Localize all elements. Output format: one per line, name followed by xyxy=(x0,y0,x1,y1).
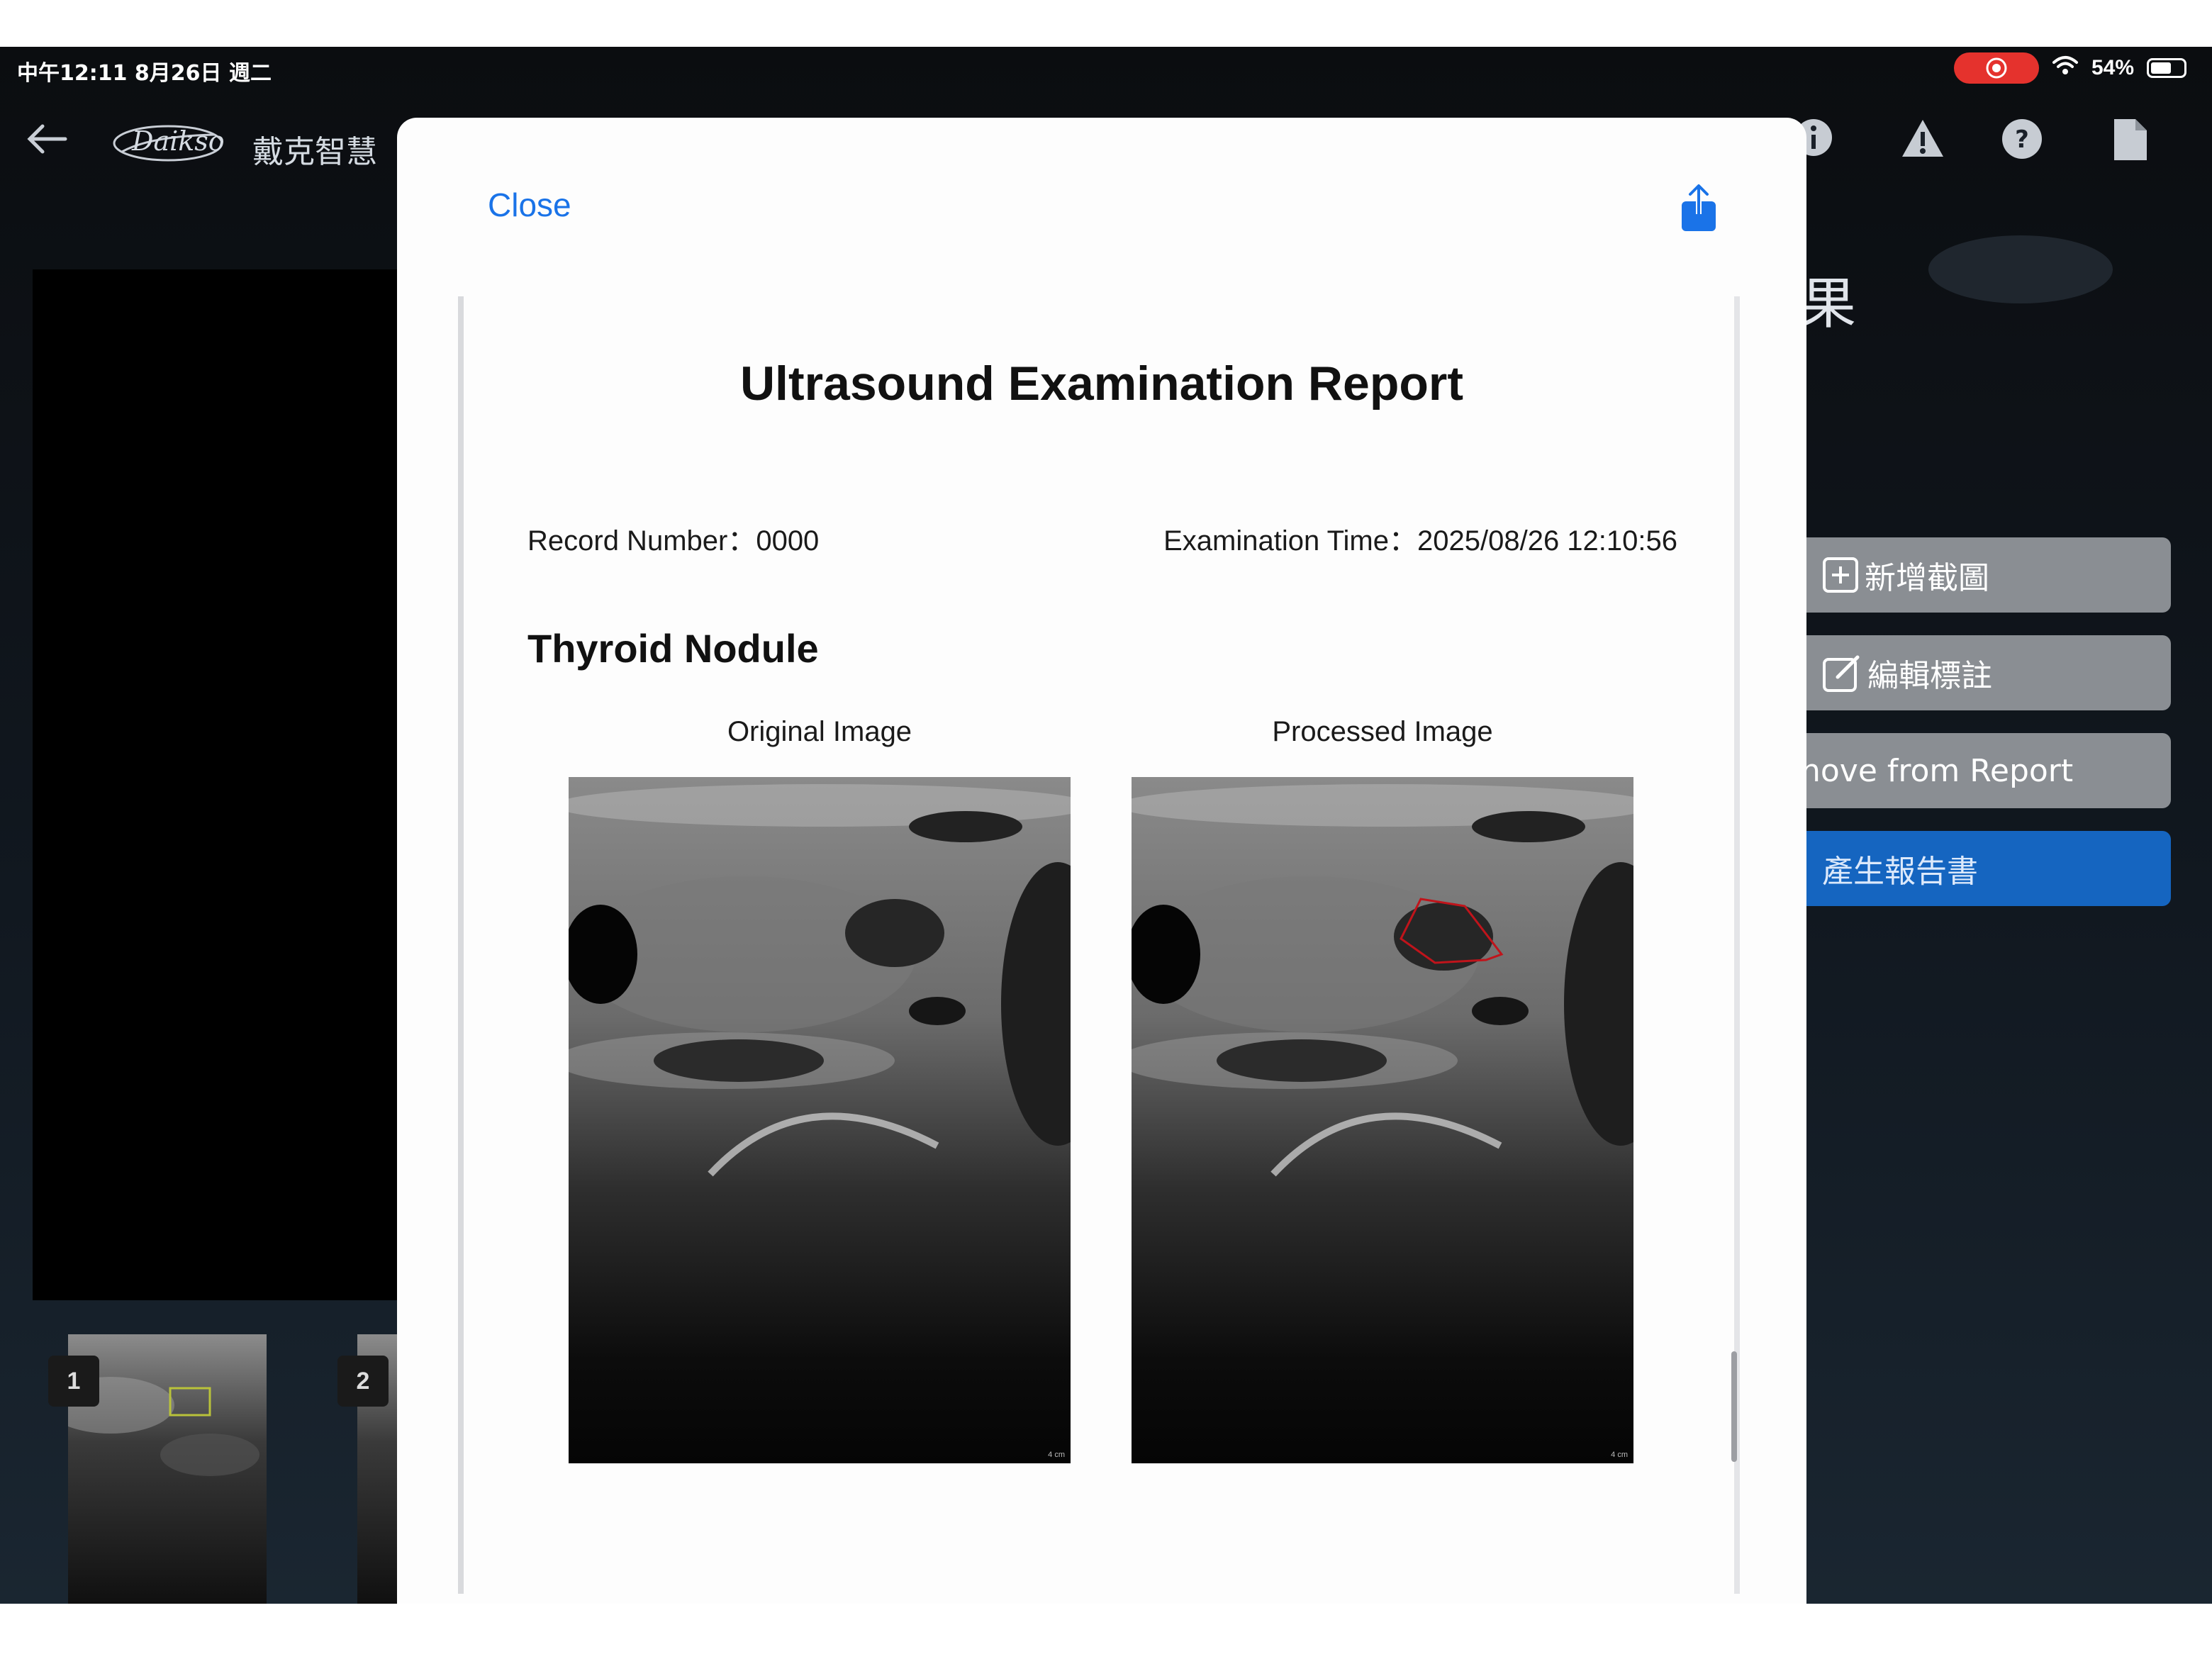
brand-name: 戴克智慧 xyxy=(252,134,377,170)
record-number: Record Number：0000 xyxy=(527,525,820,557)
generate-report-button[interactable]: 產生報告書 xyxy=(1772,831,2171,906)
thumbnail-number: 2 xyxy=(337,1356,389,1407)
original-ultrasound-image: 4 cm xyxy=(569,777,1071,1463)
document-icon[interactable] xyxy=(2113,118,2148,165)
processed-ultrasound-image: 4 cm xyxy=(1132,777,1633,1463)
generate-report-label: 產生報告書 xyxy=(1822,854,1978,890)
document-edge-left xyxy=(458,296,464,1594)
section-title: Thyroid Nodule xyxy=(527,626,819,671)
examination-time: Examination Time：2025/08/26 12:10:56 xyxy=(1163,525,1677,557)
edit-annotation-button[interactable]: 編輯標註 xyxy=(1772,635,2171,710)
svg-text:Daikso: Daikso xyxy=(131,125,225,157)
status-time: 中午12:11 8月26日 週二 xyxy=(17,61,272,86)
plus-square-icon xyxy=(1823,557,1858,593)
status-indicators: 54% xyxy=(1953,52,2186,84)
edit-icon xyxy=(1823,655,1860,692)
warning-icon[interactable] xyxy=(1900,118,1945,162)
ultrasound-viewer xyxy=(33,269,401,1300)
remove-from-report-button[interactable]: nove from Report xyxy=(1772,733,2171,808)
battery-icon xyxy=(2147,58,2186,78)
original-image-caption: Original Image xyxy=(727,716,912,747)
image-depth-label: 4 cm xyxy=(1048,1451,1065,1459)
screen-recording-indicator[interactable] xyxy=(1953,52,2039,84)
daikso-logo: Daikso xyxy=(108,115,228,175)
edit-annotation-label: 編輯標註 xyxy=(1867,658,1992,694)
remove-from-report-label: nove from Report xyxy=(1801,752,2074,789)
result-title: 果 xyxy=(1801,272,1857,336)
close-button[interactable]: Close xyxy=(488,186,571,224)
processed-image-caption: Processed Image xyxy=(1272,716,1493,747)
app-screen: 中午12:11 8月26日 週二 54% Daikso 戴克智慧 ? 1 2 果… xyxy=(0,47,2212,1604)
add-screenshot-button[interactable]: 新增截圖 xyxy=(1772,537,2171,613)
add-screenshot-label: 新增截圖 xyxy=(1865,560,1989,596)
thumbnail-number: 1 xyxy=(48,1356,99,1407)
wifi-icon xyxy=(2052,55,2079,82)
status-bar: 中午12:11 8月26日 週二 54% xyxy=(0,47,2212,94)
image-depth-label: 4 cm xyxy=(1611,1451,1628,1459)
report-modal: Close Ultrasound Examination Report Reco… xyxy=(397,118,1806,1604)
back-arrow-icon[interactable] xyxy=(26,123,68,158)
user-avatar-placeholder xyxy=(1928,235,2113,303)
scrollbar[interactable] xyxy=(1731,1351,1737,1462)
help-icon[interactable]: ? xyxy=(2001,118,2043,164)
svg-text:?: ? xyxy=(2015,125,2029,154)
battery-percent: 54% xyxy=(2091,56,2134,79)
share-icon[interactable] xyxy=(1679,183,1719,236)
report-title: Ultrasound Examination Report xyxy=(739,357,1464,410)
